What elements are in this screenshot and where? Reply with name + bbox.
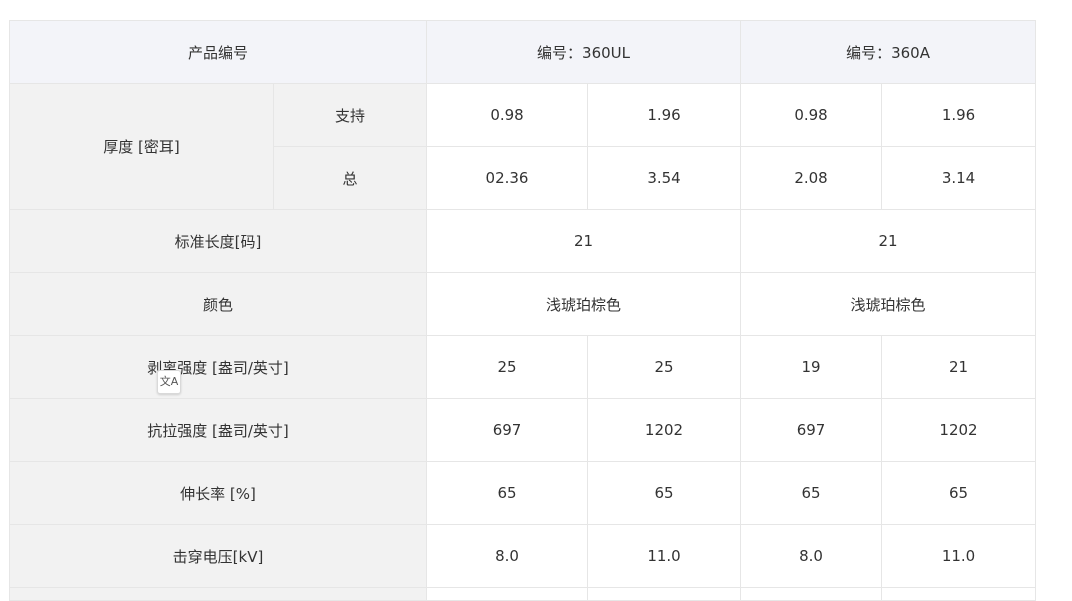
table-cell: 02.36 <box>426 146 589 210</box>
table-cell: 65 <box>740 461 883 525</box>
table-cell: 65 <box>426 461 589 525</box>
table-cell <box>8 587 428 601</box>
table-cell: 1202 <box>587 398 742 462</box>
table-cell: 11.0 <box>587 524 742 588</box>
table-cell: 19 <box>740 335 883 399</box>
table-row-elongation: 伸长率 [%] 65 65 65 65 <box>8 461 1037 525</box>
label-peel-strength: 剥离强度 [盎司/英寸] <box>8 335 428 399</box>
table-cell: 1.96 <box>587 83 742 147</box>
table-row-partial <box>8 587 1037 601</box>
table-cell: 11.0 <box>881 524 1037 588</box>
label-support: 支持 <box>272 83 428 147</box>
table-row-tensile-strength: 抗拉强度 [盎司/英寸] 697 1202 697 1202 <box>8 398 1037 462</box>
header-model-360ul: 编号：360UL <box>426 20 742 84</box>
header-model-360a: 编号：360A <box>740 20 1037 84</box>
table-cell: 21 <box>426 209 742 273</box>
table-cell: 8.0 <box>740 524 883 588</box>
table-row-header: 产品编号 编号：360UL 编号：360A <box>8 20 1037 84</box>
table-cell: 25 <box>426 335 589 399</box>
table-cell: 0.98 <box>740 83 883 147</box>
spec-table-container: 产品编号 编号：360UL 编号：360A 厚度 [密耳] 支持 0.98 1.… <box>8 20 1037 601</box>
table-cell: 21 <box>740 209 1037 273</box>
table-cell: 65 <box>587 461 742 525</box>
header-product-number: 产品编号 <box>8 20 428 84</box>
table-cell: 21 <box>881 335 1037 399</box>
table-cell: 3.54 <box>587 146 742 210</box>
label-breakdown-voltage: 击穿电压[kV] <box>8 524 428 588</box>
table-cell: 3.14 <box>881 146 1037 210</box>
table-cell <box>740 587 883 601</box>
label-elongation: 伸长率 [%] <box>8 461 428 525</box>
table-cell: 1202 <box>881 398 1037 462</box>
table-row-breakdown-voltage: 击穿电压[kV] 8.0 11.0 8.0 11.0 <box>8 524 1037 588</box>
table-cell: 697 <box>426 398 589 462</box>
table-cell: 浅琥珀棕色 <box>740 272 1037 336</box>
table-cell: 2.08 <box>740 146 883 210</box>
table-cell: 65 <box>881 461 1037 525</box>
table-row-thickness-support: 厚度 [密耳] 支持 0.98 1.96 0.98 1.96 <box>9 83 1037 210</box>
table-cell: 8.0 <box>426 524 589 588</box>
label-standard-length: 标准长度[码] <box>8 209 428 273</box>
label-tensile-strength: 抗拉强度 [盎司/英寸] <box>8 398 428 462</box>
spec-table: 产品编号 编号：360UL 编号：360A 厚度 [密耳] 支持 0.98 1.… <box>8 20 1037 601</box>
label-total: 总 <box>272 146 428 210</box>
label-thickness: 厚度 [密耳] <box>9 83 274 210</box>
table-cell: 25 <box>587 335 742 399</box>
table-row-color: 颜色 浅琥珀棕色 浅琥珀棕色 <box>8 272 1037 336</box>
table-cell: 697 <box>740 398 883 462</box>
table-cell <box>881 587 1037 601</box>
table-cell: 浅琥珀棕色 <box>426 272 742 336</box>
table-cell <box>587 587 742 601</box>
table-cell: 0.98 <box>426 83 589 147</box>
table-row-length: 标准长度[码] 21 21 <box>8 209 1037 273</box>
table-cell <box>426 587 589 601</box>
label-color: 颜色 <box>8 272 428 336</box>
translate-icon[interactable]: 文A <box>157 370 181 394</box>
table-cell: 1.96 <box>881 83 1037 147</box>
